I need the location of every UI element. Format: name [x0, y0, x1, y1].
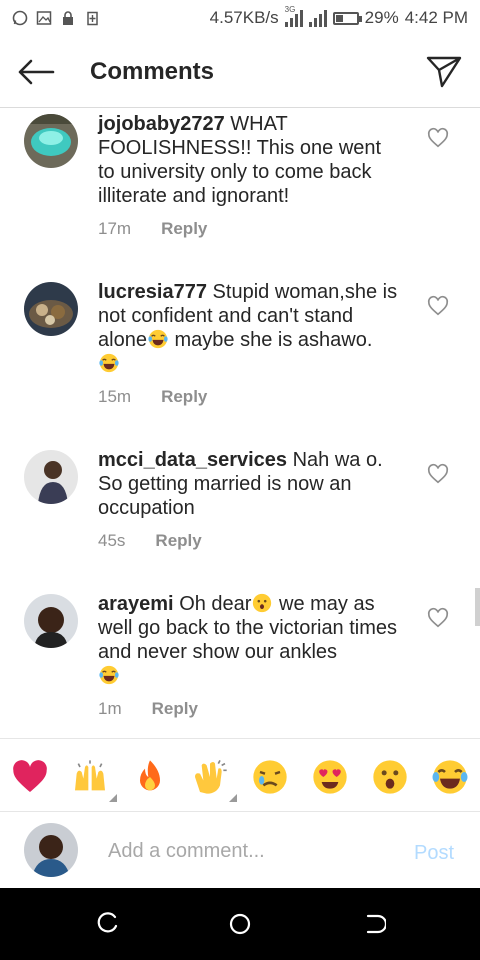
- crying-face-icon[interactable]: [250, 757, 290, 797]
- avatar[interactable]: [24, 282, 78, 336]
- variant-indicator: [109, 794, 117, 802]
- avatar: [24, 823, 78, 877]
- avatar[interactable]: [24, 114, 78, 168]
- signal-3g-icon: 3G: [284, 5, 303, 27]
- heart-icon[interactable]: [427, 607, 449, 629]
- share-button[interactable]: [408, 36, 480, 108]
- comment-username[interactable]: jojobaby2727: [98, 113, 225, 135]
- reply-button[interactable]: Reply: [161, 387, 207, 407]
- comment-time: 15m: [98, 387, 132, 406]
- astonished-face-icon[interactable]: [370, 757, 410, 797]
- hushed-face-icon: [253, 593, 272, 613]
- comment-username[interactable]: arayemi: [98, 593, 174, 615]
- battery-percent: 29%: [364, 8, 399, 27]
- heart-eyes-icon[interactable]: [310, 757, 350, 797]
- clapping-hands-icon[interactable]: [190, 757, 230, 797]
- tears-of-joy-icon: [99, 665, 119, 685]
- tears-of-joy-icon[interactable]: [430, 757, 470, 797]
- whatsapp-icon: [12, 10, 28, 26]
- reply-button[interactable]: Reply: [155, 531, 201, 551]
- status-bar: 4.57KB/s 3G 29% 4:42 PM: [0, 0, 480, 36]
- comment-username[interactable]: lucresia777: [98, 281, 207, 303]
- clock: 4:42 PM: [404, 8, 468, 27]
- raising-hands-icon[interactable]: [70, 757, 110, 797]
- comment-input[interactable]: [98, 836, 398, 866]
- post-button[interactable]: Post: [414, 842, 454, 865]
- heart-icon[interactable]: [427, 127, 449, 149]
- page-title: Comments: [90, 57, 215, 85]
- back-nav-icon[interactable]: [362, 912, 386, 936]
- comment-text: Oh dear: [179, 593, 252, 615]
- header: Comments: [0, 36, 480, 108]
- arrow-left-icon: [18, 59, 55, 84]
- battery-icon: [332, 11, 362, 25]
- home-icon[interactable]: [228, 912, 252, 936]
- fire-icon[interactable]: [130, 757, 170, 797]
- comments-list[interactable]: jojobaby2727 WHAT FOOLISHNESS!! This one…: [0, 109, 480, 738]
- comment-composer: Post: [0, 812, 480, 888]
- system-nav-bar: [0, 888, 480, 960]
- comment-text-cont: maybe she is ashawo.: [168, 329, 373, 351]
- heart-icon[interactable]: [427, 295, 449, 317]
- gallery-icon: [36, 10, 52, 26]
- avatar[interactable]: [24, 594, 78, 648]
- recent-apps-icon[interactable]: [95, 912, 119, 936]
- back-button[interactable]: [0, 36, 72, 108]
- network-speed: 4.57KB/s: [209, 8, 279, 27]
- comment-username[interactable]: mcci_data_services: [98, 449, 287, 471]
- scrollbar[interactable]: [475, 588, 480, 626]
- reply-button[interactable]: Reply: [152, 699, 198, 719]
- reply-button[interactable]: Reply: [161, 219, 207, 239]
- avatar[interactable]: [24, 450, 78, 504]
- red-heart-icon[interactable]: [10, 757, 50, 797]
- comment-time: 45s: [98, 531, 126, 550]
- paper-plane-icon: [426, 56, 462, 87]
- tears-of-joy-icon: [99, 353, 119, 373]
- comment-time: 1m: [98, 699, 122, 718]
- signal-icon: [308, 9, 327, 27]
- comment-time: 17m: [98, 219, 132, 238]
- emoji-bar: [0, 738, 480, 812]
- battery-saver-icon: [84, 10, 100, 26]
- heart-icon[interactable]: [427, 463, 449, 485]
- lock-icon: [60, 10, 76, 26]
- tears-of-joy-icon: [148, 329, 168, 349]
- variant-indicator: [229, 794, 237, 802]
